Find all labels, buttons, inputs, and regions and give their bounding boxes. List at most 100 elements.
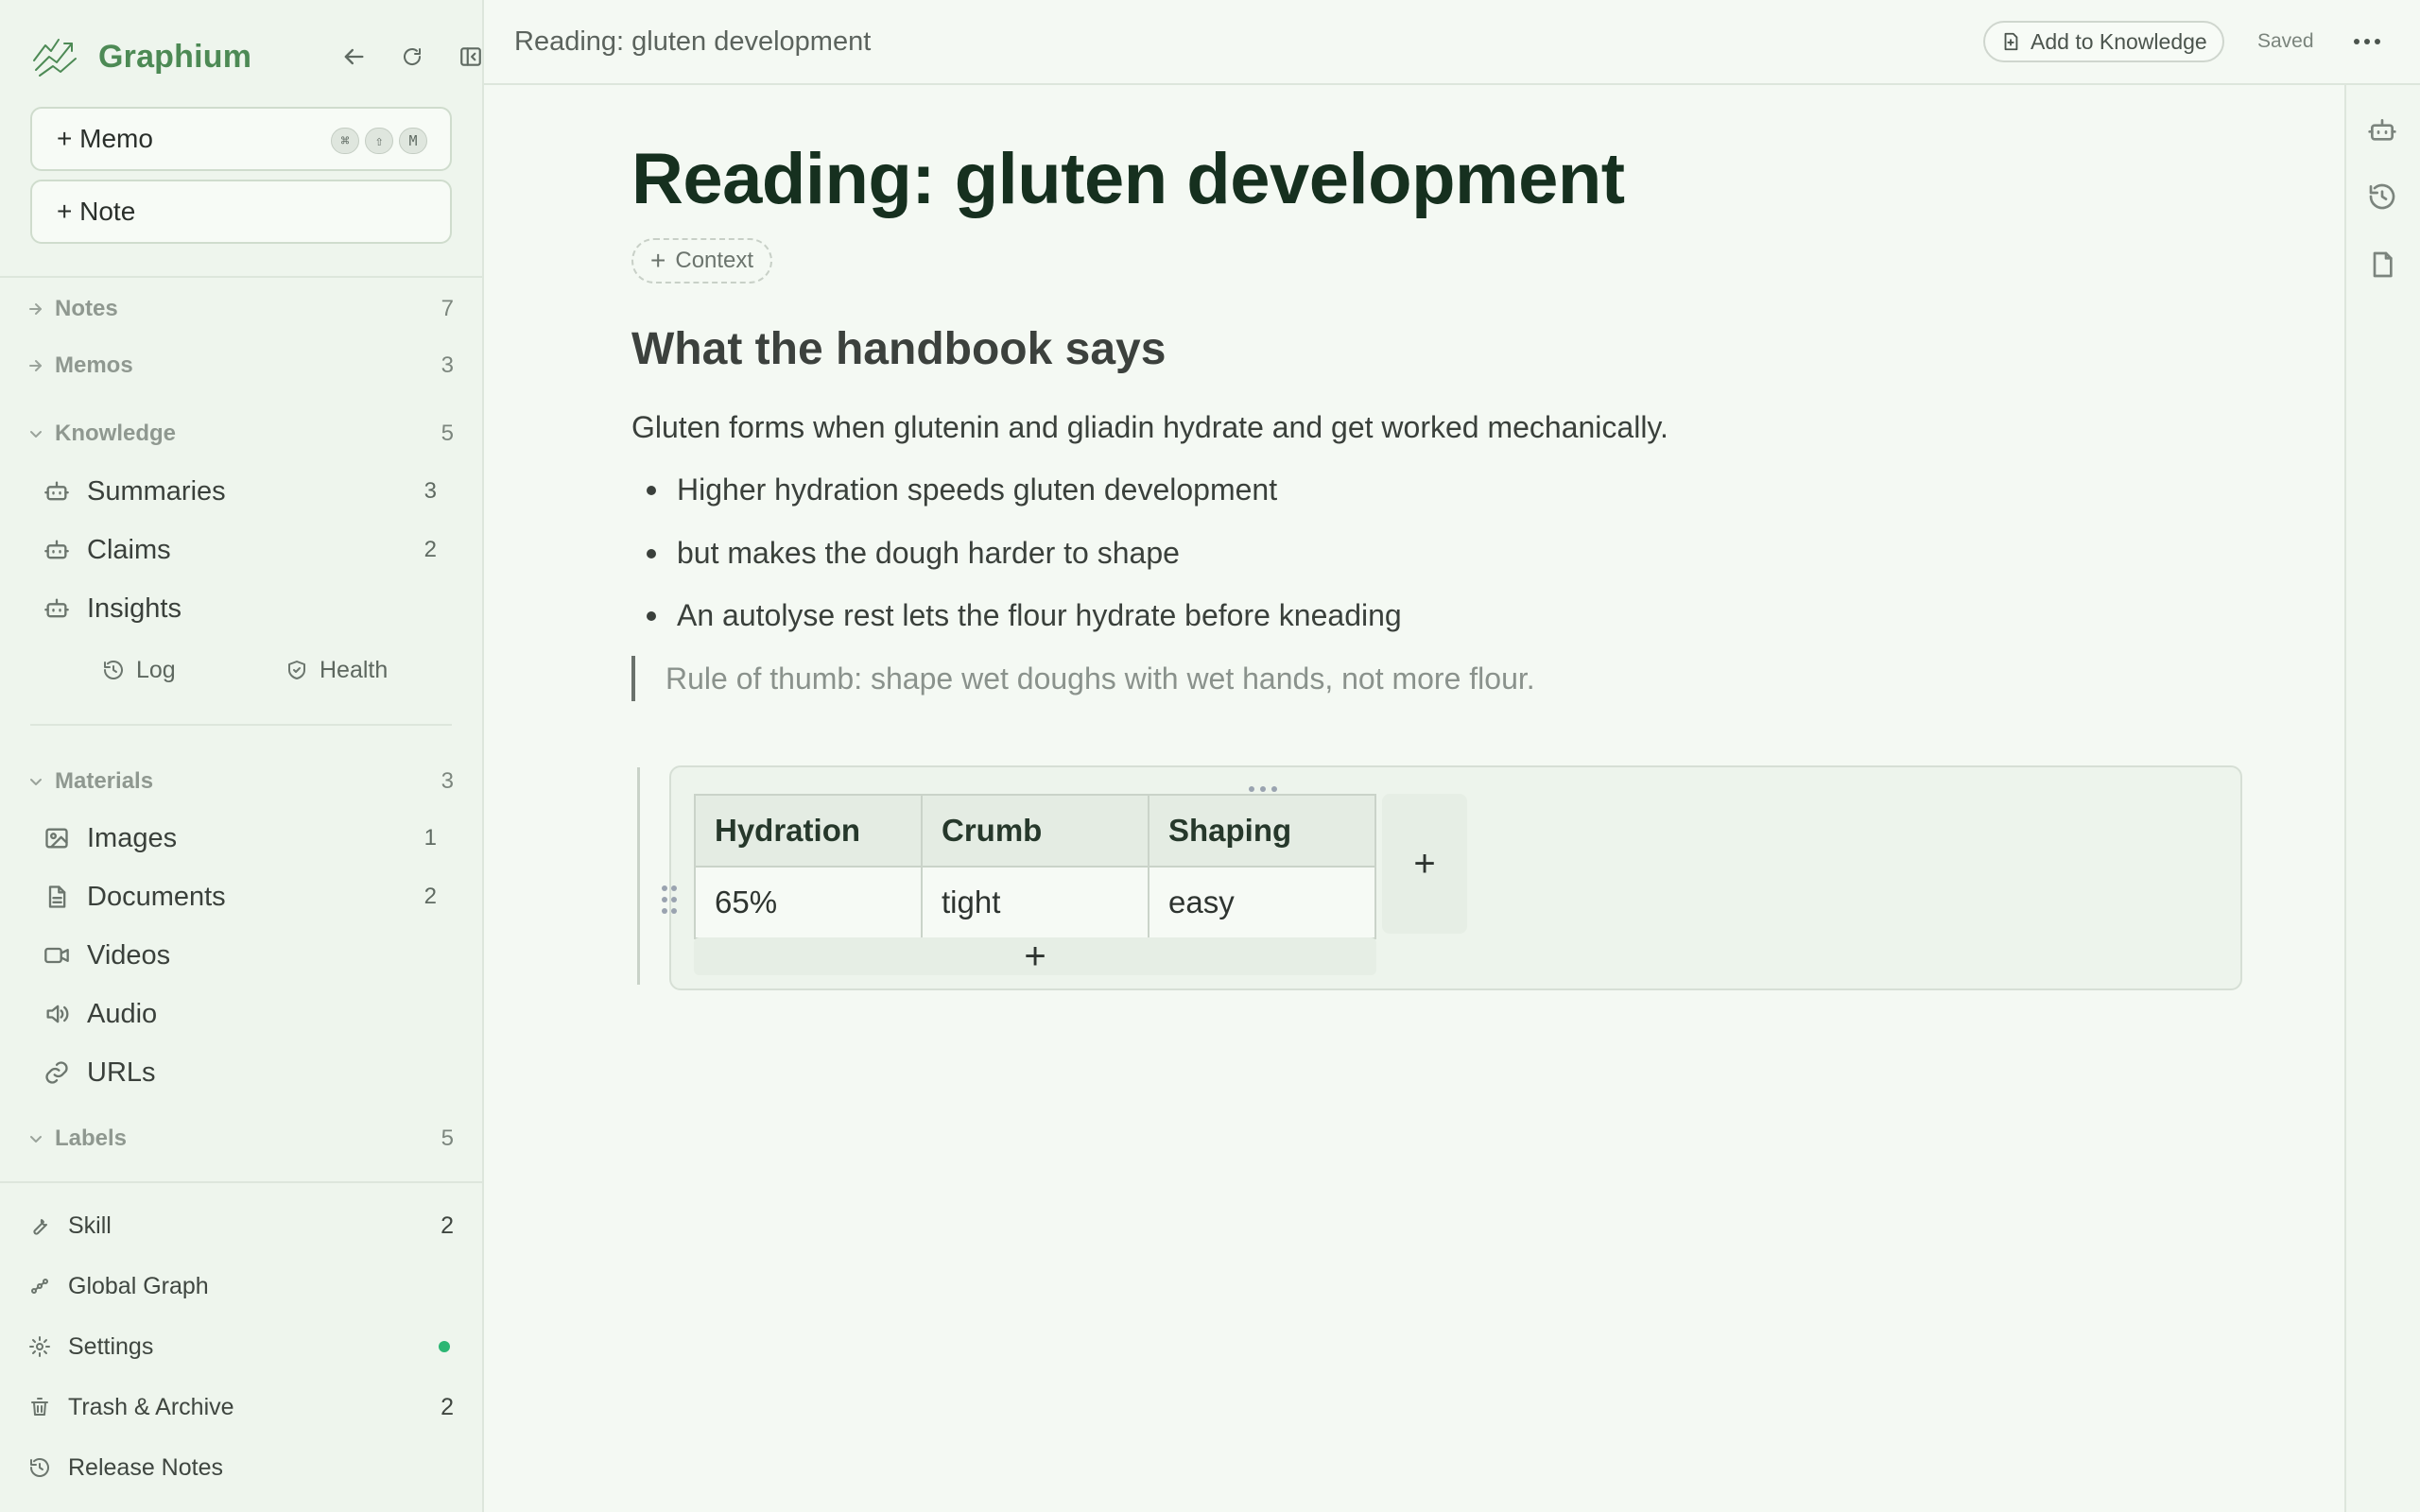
add-context-button[interactable]: + Context — [631, 238, 773, 284]
sidebar-item-images[interactable]: Images 1 — [43, 815, 446, 862]
section-count: 3 — [441, 768, 454, 794]
context-label: Context — [675, 248, 754, 273]
graph-icon — [31, 1279, 48, 1294]
history-icon — [104, 661, 123, 679]
sidebar-item-documents[interactable]: Documents 2 — [43, 873, 446, 920]
sidebar-item-release-notes[interactable]: Release Notes — [28, 1447, 454, 1488]
block-gutter — [637, 767, 640, 985]
sidebar-item-global-graph[interactable]: Global Graph — [28, 1265, 454, 1307]
chevron-down-icon — [30, 1136, 42, 1143]
history-icon — [30, 1458, 49, 1477]
wrench-icon — [33, 1219, 47, 1235]
footer-label: Release Notes — [68, 1453, 223, 1481]
sidebar-item-skill[interactable]: Skill 2 — [28, 1205, 454, 1246]
knowledge-log-link[interactable]: Log — [102, 651, 176, 689]
document-info-button[interactable] — [2363, 246, 2401, 284]
section-labels[interactable]: Labels 5 — [26, 1122, 454, 1156]
section-materials[interactable]: Materials 3 — [26, 765, 454, 799]
list-item-text: An autolyse rest lets the flour hydrate … — [677, 598, 1402, 632]
table-cell[interactable]: 65% — [694, 866, 923, 939]
arrow-right-icon — [29, 303, 42, 315]
page-title[interactable]: Reading: gluten development — [631, 138, 1625, 220]
document-header: Reading: gluten development Add to Knowl… — [484, 0, 2420, 85]
footer-label: Global Graph — [68, 1272, 209, 1299]
bullet-dot — [647, 610, 656, 621]
bot-icon — [44, 598, 69, 618]
add-to-knowledge-button[interactable]: Add to Knowledge — [1983, 21, 2224, 62]
list-item[interactable]: An autolyse rest lets the flour hydrate … — [647, 598, 1402, 633]
sidebar-item-urls[interactable]: URLs — [43, 1049, 446, 1096]
section-label: Notes — [55, 296, 118, 321]
back-button[interactable] — [335, 38, 372, 76]
section-label: Knowledge — [55, 421, 177, 446]
section-label: Materials — [55, 768, 154, 794]
link-icon — [45, 1061, 68, 1084]
history-button[interactable] — [2363, 178, 2401, 215]
table-header-cell[interactable]: Hydration — [694, 794, 923, 868]
brand[interactable]: Graphium — [30, 32, 251, 81]
table-cell[interactable]: easy — [1148, 866, 1376, 939]
table-block: Hydration Crumb Shaping 65% tight easy +… — [662, 765, 2242, 990]
bot-icon — [2368, 119, 2396, 141]
list-item[interactable]: but makes the dough harder to shape — [647, 536, 1180, 571]
section-memos[interactable]: Memos 3 — [26, 349, 454, 383]
row-drag-handle-icon[interactable] — [658, 883, 681, 917]
sidebar-item-audio[interactable]: Audio — [43, 990, 446, 1038]
video-icon — [44, 947, 69, 964]
new-note-button[interactable]: + Note — [30, 180, 452, 244]
shield-check-icon — [288, 661, 305, 679]
list-item[interactable]: Higher hydration speeds gluten developme… — [647, 472, 1277, 507]
bullet-dot — [647, 485, 656, 495]
divider — [0, 276, 484, 278]
footer-label: Settings — [68, 1332, 154, 1360]
sidebar-item-claims[interactable]: Claims 2 — [43, 526, 446, 574]
list-item-text: Higher hydration speeds gluten developme… — [677, 472, 1278, 507]
refresh-icon — [404, 48, 422, 65]
sidebar-item-videos[interactable]: Videos — [43, 932, 446, 979]
paragraph[interactable]: Gluten forms when glutenin and gliadin h… — [631, 410, 1668, 445]
section-knowledge[interactable]: Knowledge 5 — [26, 417, 454, 451]
section-notes[interactable]: Notes 7 — [26, 292, 454, 326]
sidebar-item-trash-archive[interactable]: Trash & Archive 2 — [28, 1386, 454, 1428]
nav-label: Summaries — [87, 475, 226, 507]
section-count: 5 — [441, 1125, 454, 1151]
sidebar-item-settings[interactable]: Settings — [28, 1326, 454, 1367]
table-header-row: Hydration Crumb Shaping — [694, 794, 1376, 868]
add-to-knowledge-label: Add to Knowledge — [2031, 28, 2207, 54]
new-memo-button[interactable]: + Memo ⌘ ⇧ M — [30, 107, 452, 171]
app-name: Graphium — [98, 38, 252, 75]
sidebar-item-summaries[interactable]: Summaries 3 — [43, 468, 446, 515]
right-rail — [2344, 85, 2420, 1512]
history-icon — [2369, 183, 2395, 210]
sub-link-label: Log — [136, 656, 176, 683]
nav-count: 2 — [424, 884, 437, 909]
arrow-left-icon — [344, 48, 364, 65]
gear-icon — [29, 1336, 50, 1357]
nav-label: Audio — [87, 998, 158, 1029]
divider — [30, 724, 452, 726]
new-note-label: + Note — [57, 197, 136, 226]
add-row-button[interactable]: + — [694, 936, 1376, 977]
add-column-button[interactable]: + — [1382, 794, 1467, 934]
plus-icon: + — [650, 246, 666, 275]
table-header-cell[interactable]: Shaping — [1148, 794, 1376, 868]
document-crumb: Reading: gluten development — [514, 26, 872, 57]
table-cell[interactable]: tight — [921, 866, 1150, 939]
nav-label: Videos — [87, 939, 171, 971]
refresh-button[interactable] — [393, 38, 431, 76]
section-count: 3 — [441, 352, 454, 378]
blockquote[interactable]: Rule of thumb: shape wet doughs with wet… — [631, 656, 1535, 701]
more-options-button[interactable] — [2346, 23, 2388, 60]
nav-count: 2 — [424, 537, 437, 562]
assistant-button[interactable] — [2363, 112, 2401, 149]
knowledge-health-link[interactable]: Health — [285, 651, 388, 689]
bot-icon — [44, 540, 69, 559]
memo-shortcut: ⌘ ⇧ M — [331, 128, 427, 154]
nav-label: Documents — [87, 881, 226, 912]
new-memo-label: + Memo — [57, 124, 153, 153]
sidebar-item-insights[interactable]: Insights — [43, 585, 446, 632]
sidebar: Graphium + Memo ⌘ ⇧ M + Note Notes 7 Mem… — [0, 0, 484, 1512]
graphium-logo-icon — [33, 39, 77, 77]
table-header-cell[interactable]: Crumb — [921, 794, 1150, 868]
section-heading[interactable]: What the handbook says — [631, 323, 1166, 375]
